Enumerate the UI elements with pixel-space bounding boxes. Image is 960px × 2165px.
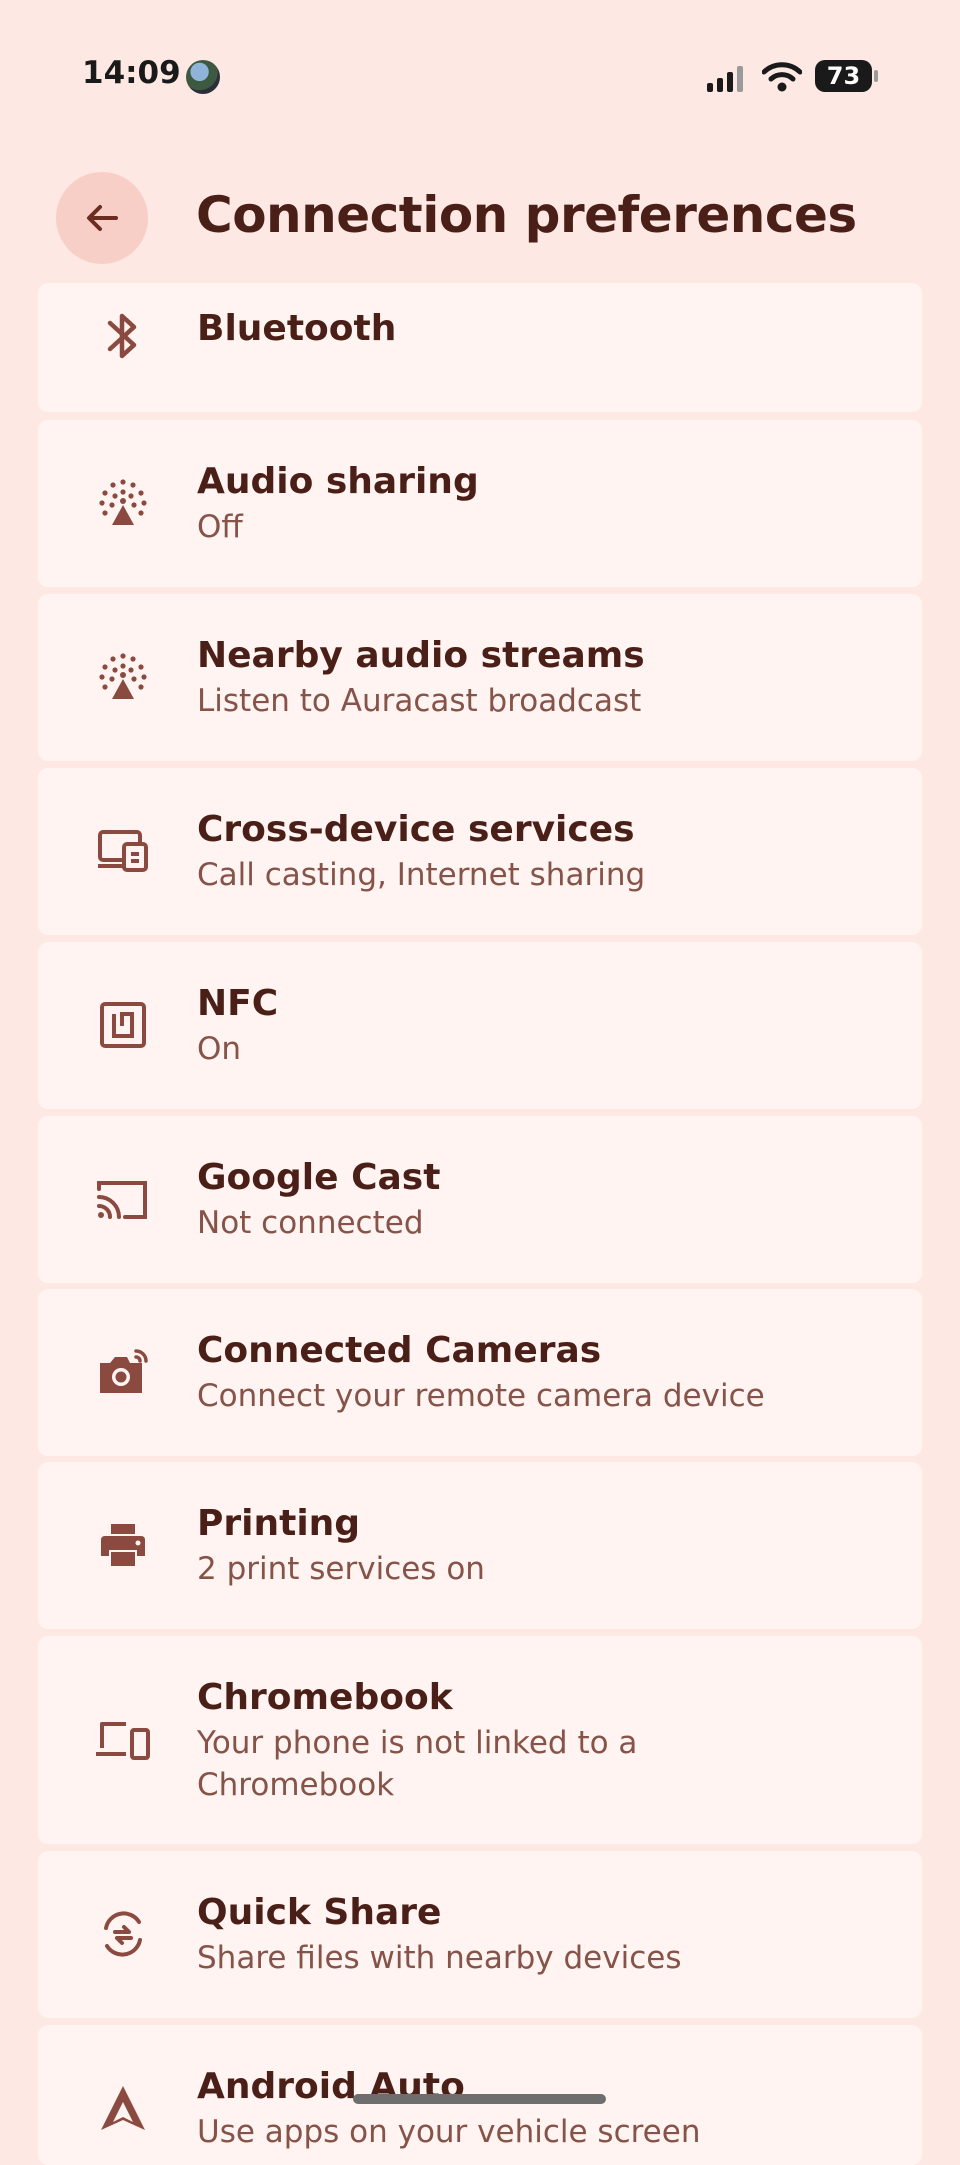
setting-subtitle: Call casting, Internet sharing: [197, 857, 646, 893]
setting-subtitle: Listen to Auracast broadcast: [197, 683, 642, 719]
page-title: Connection preferences: [196, 186, 857, 244]
camera-icon: [90, 1339, 156, 1405]
back-button[interactable]: [56, 172, 148, 264]
setting-item-bluetooth[interactable]: Bluetooth: [38, 283, 922, 412]
cross-device-icon: [90, 818, 156, 884]
quick-share-icon: [90, 1901, 156, 1967]
setting-title: Quick Share: [197, 1892, 442, 1933]
avatar: [186, 60, 220, 94]
setting-subtitle: Your phone is not linked to a Chromebook: [197, 1725, 638, 1803]
setting-title: Chromebook: [197, 1677, 453, 1718]
setting-subtitle: Connect your remote camera device: [197, 1378, 765, 1414]
chromebook-icon: [90, 1707, 156, 1773]
setting-title: Bluetooth: [197, 308, 397, 349]
cast-icon: [90, 1166, 156, 1232]
status-time: 14:09: [82, 55, 181, 91]
audio-sharing-icon: [90, 470, 156, 536]
setting-item-cross-device-services[interactable]: Cross-device services Call casting, Inte…: [38, 768, 922, 935]
wifi-icon: [762, 62, 802, 92]
battery-level: 73: [826, 62, 861, 90]
setting-item-nearby-audio-streams[interactable]: Nearby audio streams Listen to Auracast …: [38, 594, 922, 761]
setting-subtitle: Use apps on your vehicle screen: [197, 2114, 701, 2150]
setting-item-audio-sharing[interactable]: Audio sharing Off: [38, 420, 922, 587]
setting-title: Printing: [197, 1503, 361, 1544]
status-bar: 14:09 73: [0, 0, 960, 150]
arrow-back-icon: [87, 205, 118, 231]
setting-subtitle: 2 print services on: [197, 1551, 485, 1587]
battery-indicator: 73: [815, 60, 879, 92]
setting-title: NFC: [197, 983, 279, 1024]
setting-item-chromebook[interactable]: Chromebook Your phone is not linked to a…: [38, 1636, 922, 1844]
setting-item-google-cast[interactable]: Google Cast Not connected: [38, 1116, 922, 1283]
setting-item-nfc[interactable]: NFC On: [38, 942, 922, 1109]
audio-stream-icon: [90, 644, 156, 710]
setting-item-connected-cameras[interactable]: Connected Cameras Connect your remote ca…: [38, 1289, 922, 1456]
setting-title: Connected Cameras: [197, 1330, 602, 1371]
setting-item-printing[interactable]: Printing 2 print services on: [38, 1462, 922, 1629]
setting-subtitle: Not connected: [197, 1205, 424, 1241]
setting-subtitle: On: [197, 1031, 242, 1067]
printer-icon: [90, 1512, 156, 1578]
bluetooth-icon: [90, 303, 156, 369]
android-auto-icon: [90, 2075, 156, 2141]
setting-title: Google Cast: [197, 1157, 441, 1198]
setting-title: Nearby audio streams: [197, 635, 645, 676]
nfc-icon: [90, 992, 156, 1058]
setting-title: Audio sharing: [197, 461, 479, 502]
signal-icon: [707, 66, 743, 92]
home-indicator[interactable]: [353, 2094, 606, 2104]
setting-title: Cross-device services: [197, 809, 635, 850]
setting-subtitle: Off: [197, 509, 243, 545]
setting-subtitle: Share files with nearby devices: [197, 1940, 682, 1976]
setting-item-quick-share[interactable]: Quick Share Share files with nearby devi…: [38, 1851, 922, 2018]
app-bar: Connection preferences: [0, 170, 960, 270]
